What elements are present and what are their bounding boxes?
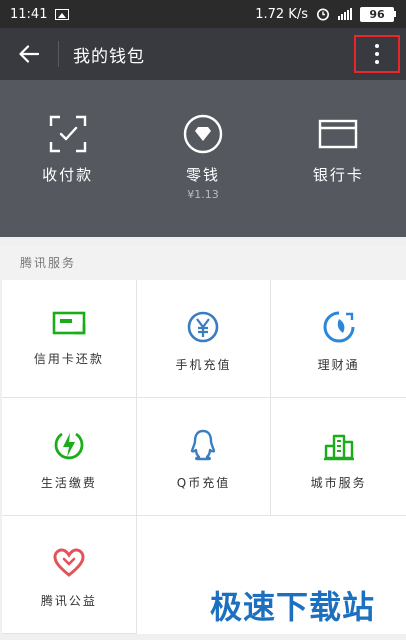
service-tencent-charity[interactable]: 腾讯公益	[2, 516, 137, 634]
change-amount: ¥1.13	[187, 188, 219, 201]
service-label: 手机充值	[175, 358, 232, 372]
service-label: 城市服务	[310, 476, 367, 490]
bank-card-button[interactable]: 银行卡	[271, 80, 406, 237]
status-time: 11:41	[10, 6, 48, 22]
network-speed: 1.72 K/s	[255, 6, 308, 22]
more-options-button[interactable]	[354, 35, 400, 73]
arrow-left-icon	[19, 45, 39, 63]
service-qcoin-topup[interactable]: Q币充值	[136, 398, 272, 516]
nav-divider	[58, 41, 59, 67]
more-dot-icon	[375, 52, 379, 56]
battery-level: 96	[360, 6, 394, 22]
image-notification-icon	[55, 8, 70, 20]
service-wealth[interactable]: 理财通	[271, 280, 406, 398]
bank-card-label: 银行卡	[312, 166, 364, 184]
service-city-services[interactable]: 城市服务	[271, 398, 406, 516]
site-watermark: 极速下载站	[210, 588, 376, 626]
heart-icon	[53, 548, 85, 577]
more-dot-icon	[375, 44, 379, 48]
service-credit-card-repay[interactable]: 信用卡还款	[2, 280, 137, 398]
section-title: 腾讯服务	[0, 246, 406, 280]
card-icon	[319, 119, 358, 149]
change-label: 零钱	[185, 166, 220, 184]
battery-icon: 96	[360, 6, 396, 22]
diamond-icon	[183, 114, 223, 154]
service-label: 信用卡还款	[33, 352, 104, 366]
signal-icon	[338, 8, 352, 20]
city-icon	[323, 434, 354, 461]
more-dot-icon	[375, 60, 379, 64]
service-label: Q币充值	[176, 476, 231, 490]
receive-pay-button[interactable]: 收付款	[0, 80, 135, 237]
change-balance-button[interactable]: 零钱 ¥1.13	[135, 80, 270, 237]
status-bar: 11:41 1.72 K/s 96	[0, 0, 406, 28]
service-label: 腾讯公益	[40, 594, 97, 608]
lightning-icon	[54, 432, 84, 460]
credit-card-icon	[52, 311, 86, 335]
service-utility-bills[interactable]: 生活缴费	[2, 398, 137, 516]
scan-icon	[49, 115, 86, 153]
wallet-header: 收付款 零钱 ¥1.13 银行卡	[0, 80, 406, 237]
alarm-icon	[317, 8, 329, 21]
wealth-icon	[323, 311, 355, 343]
yen-icon	[188, 311, 219, 343]
page-title: 我的钱包	[73, 46, 145, 67]
receive-pay-label: 收付款	[42, 166, 94, 184]
services-grid: 信用卡还款 手机充值 理财通 生活缴费 Q币充值 城市服务 腾讯公益	[2, 280, 406, 634]
service-mobile-topup[interactable]: 手机充值	[136, 280, 272, 398]
service-label: 理财通	[317, 358, 360, 372]
back-button[interactable]	[0, 28, 58, 80]
service-label: 生活缴费	[40, 476, 97, 490]
nav-bar: 我的钱包	[0, 28, 406, 80]
qq-penguin-icon	[191, 429, 216, 461]
